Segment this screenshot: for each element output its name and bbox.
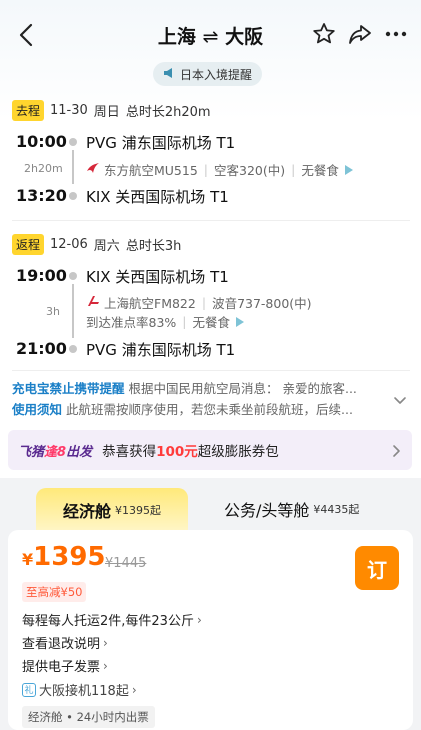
flight-duration: 2h20m [24,162,63,175]
depart-airport: PVG 浦东国际机场 T1 [86,134,236,152]
discount-badge: 至高减¥50 [22,582,87,602]
chevron-right-icon [390,443,402,457]
return-tag: 返程 [12,234,45,255]
arrive-time: 13:20 [16,186,67,205]
return-segment: 返程 12-06 周六 总时长3h [12,234,412,255]
divider [12,220,410,221]
depart-time: 10:00 [16,132,67,151]
timeline-dot [69,138,77,146]
cabin-tabs: 经济舱 ¥1395起 公务/头等舱 ¥4435起 [0,478,421,532]
depart-airport: KIX 关西国际机场 T1 [86,268,229,286]
timeline-dot [69,272,77,280]
depart-time: 19:00 [16,266,67,285]
tab-economy[interactable]: 经济舱 ¥1395起 [36,488,188,532]
chevron-down-icon[interactable] [393,392,407,406]
airport-transfer-offer[interactable]: 礼大阪接机118起 › [22,680,137,699]
promo-logo: 飞猪逢8出发 [18,444,93,460]
play-triangle-icon [344,164,353,175]
chevron-right-icon: › [103,658,108,673]
promo-text: 恭喜获得100元超级膨胀券包 [102,444,279,460]
flight-info-2[interactable]: 到达准点率83% | 无餐食 [86,312,245,331]
price: ¥1395 [22,542,106,572]
book-button[interactable]: 订 [355,546,399,590]
timeline-line [72,284,74,338]
share-icon[interactable] [347,21,373,47]
travel-tips[interactable]: 充电宝禁止携带提醒 根据中国民用航空局消息： 亲爱的旅客... 使用须知 此航班需按… [12,378,392,420]
tip-row[interactable]: 充电宝禁止携带提醒 根据中国民用航空局消息： 亲爱的旅客... [12,378,392,399]
baggage-info[interactable]: 每程每人托运2件,每件23公斤 › [22,610,202,630]
arrive-time: 21:00 [16,339,67,358]
refund-policy-link[interactable]: 查看退改说明 › [22,633,108,653]
airline-logo-icon [86,162,100,177]
tab-business[interactable]: 公务/头等舱 ¥4435起 [224,494,359,524]
chevron-right-icon: › [196,612,202,627]
arrive-airport: KIX 关西国际机场 T1 [86,188,229,206]
airline-logo-icon [86,295,100,310]
flight-duration: 3h [46,305,60,318]
outbound-segment: 去程 11-30 周日 总时长2h20m [12,100,412,121]
header: 上海 ⇌ 大阪 [0,18,421,52]
timeline-dot [69,345,77,353]
divider [12,370,410,371]
arrive-airport: PVG 浦东国际机场 T1 [86,341,236,359]
chevron-right-icon: › [103,635,108,650]
timeline-dot [69,192,77,200]
play-triangle-icon [236,316,245,327]
tip-row[interactable]: 使用须知 此航班需按顺序使用，若您未乘坐前段航班，后续... [12,399,392,420]
timeline-line [72,150,74,184]
promo-banner[interactable]: 飞猪逢8出发 恭喜获得100元超级膨胀券包 [8,430,412,470]
gift-icon: 礼 [22,682,36,697]
entry-notice-pill[interactable]: 日本入境提醒 [153,62,263,86]
flight-info[interactable]: 东方航空MU515 | 空客320(中) | 无餐食 [86,160,353,179]
flight-info[interactable]: 上海航空FM822 | 波音737-800(中) [86,293,312,312]
cabin-note-badge: 经济舱 • 24小时内出票 [22,706,155,728]
chevron-right-icon: › [131,682,137,697]
megaphone-icon [163,67,176,82]
more-icon[interactable] [383,21,409,47]
invoice-info[interactable]: 提供电子发票 › [22,656,108,676]
star-icon[interactable] [311,21,337,47]
fare-card: ¥1395 ¥1445 订 至高减¥50 每程每人托运2件,每件23公斤 › 查看… [8,530,413,730]
outbound-tag: 去程 [12,100,45,121]
original-price: ¥1445 [105,556,147,571]
